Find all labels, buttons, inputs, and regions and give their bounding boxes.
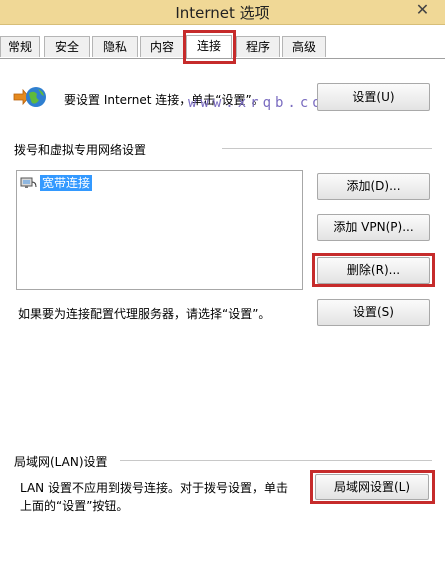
- title-bar: Internet 选项 ✕: [0, 0, 445, 25]
- remove-button[interactable]: 删除(R)...: [317, 257, 430, 284]
- add-vpn-button-label: 添加 VPN(P)...: [333, 220, 414, 234]
- dialup-heading: 拨号和虚拟专用网络设置: [14, 143, 147, 157]
- tab-connections[interactable]: 连接: [186, 35, 232, 58]
- lan-description-line1: LAN 设置不应用到拨号连接。对于拨号设置，单击: [20, 481, 288, 495]
- lan-settings-button-label: 局域网设置(L): [333, 480, 411, 494]
- lan-separator: [120, 460, 432, 461]
- connection-name: 宽带连接: [40, 175, 93, 191]
- tab-security[interactable]: 安全: [44, 36, 90, 57]
- add-button[interactable]: 添加(D)...: [317, 173, 430, 200]
- setup-button-label: 设置(U): [352, 90, 395, 104]
- lan-heading: 局域网(LAN)设置: [14, 455, 108, 469]
- network-icon: [20, 176, 38, 190]
- globe-icon: [13, 84, 47, 110]
- add-vpn-button[interactable]: 添加 VPN(P)...: [317, 214, 430, 241]
- lan-description-line2: 上面的“设置”按钮。: [20, 499, 129, 513]
- proxy-description: 如果要为连接配置代理服务器，请选择“设置”。: [18, 307, 271, 321]
- window-title: Internet 选项: [175, 4, 270, 22]
- tab-programs[interactable]: 程序: [236, 36, 280, 57]
- setup-button[interactable]: 设置(U): [317, 83, 430, 111]
- dialup-separator: [222, 148, 432, 149]
- tab-general[interactable]: 常规: [0, 36, 40, 57]
- connections-list[interactable]: 宽带连接: [16, 170, 303, 290]
- close-icon[interactable]: ✕: [400, 0, 445, 22]
- settings-button[interactable]: 设置(S): [317, 299, 430, 326]
- add-button-label: 添加(D)...: [346, 179, 401, 193]
- watermark: www.xrqb.com: [188, 95, 338, 111]
- settings-button-label: 设置(S): [353, 305, 394, 319]
- tab-privacy[interactable]: 隐私: [92, 36, 138, 57]
- tab-advanced[interactable]: 高级: [282, 36, 326, 57]
- remove-button-label: 删除(R)...: [346, 263, 401, 277]
- lan-settings-button[interactable]: 局域网设置(L): [315, 474, 429, 500]
- tab-content[interactable]: 内容: [140, 36, 184, 57]
- tab-strip: 常规 安全 隐私 内容 连接 程序 高级: [0, 35, 445, 59]
